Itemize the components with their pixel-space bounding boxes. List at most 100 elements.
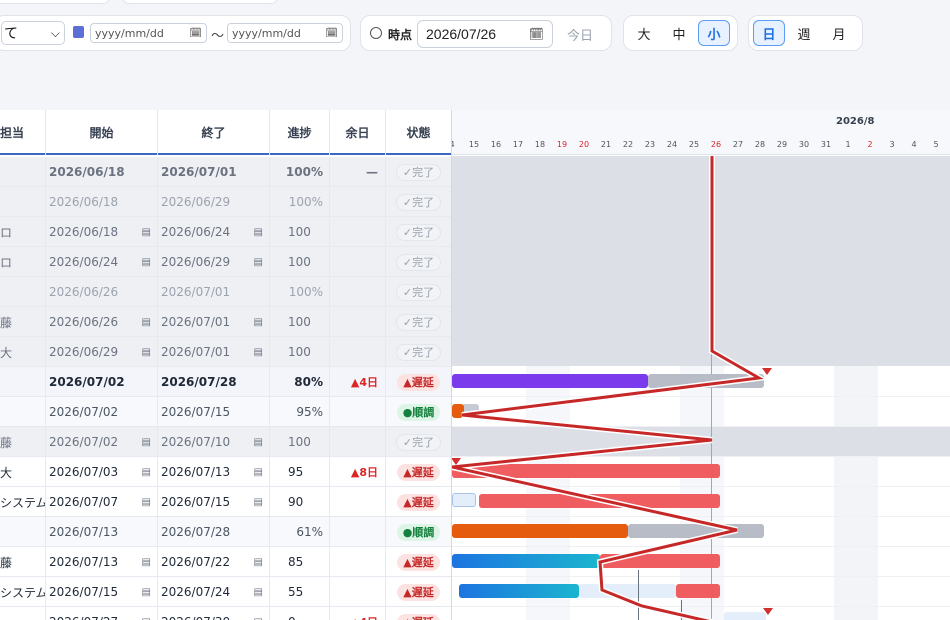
calendar-icon[interactable]: ▤: [142, 437, 151, 448]
end-cell[interactable]: 2026/07/28: [158, 367, 270, 397]
calendar-icon[interactable]: ▤: [254, 437, 263, 448]
end-cell[interactable]: 2026/07/13 ▤: [158, 457, 270, 487]
start-cell[interactable]: 2026/06/18: [46, 187, 158, 217]
start-cell[interactable]: 2026/06/26 ▤: [46, 307, 158, 337]
table-row[interactable]: ロ 2026/06/24 ▤ 2026/06/29 ▤ 100 ✓完了: [0, 247, 451, 277]
date-to-input[interactable]: yyyy/mm/dd 🗓: [227, 23, 343, 43]
start-cell[interactable]: 2026/07/27 ▤: [46, 607, 158, 620]
calendar-picker-icon[interactable]: 🗓: [529, 27, 544, 41]
end-cell[interactable]: 2026/07/28: [158, 517, 270, 547]
progress-cell[interactable]: 100: [270, 307, 330, 337]
table-row[interactable]: 2026/07/27 ▤ 2026/07/30 ▤ 0 ▲4日 ▲遅延: [0, 607, 451, 620]
calendar-picker-icon[interactable]: 🗓: [325, 28, 338, 39]
start-cell[interactable]: 2026/07/13 ▤: [46, 547, 158, 577]
table-row[interactable]: 2026/06/18 2026/07/01 100% — ✓完了: [0, 157, 451, 187]
start-cell[interactable]: 2026/07/13: [46, 517, 158, 547]
calendar-icon[interactable]: ▤: [254, 617, 263, 620]
point-date-input[interactable]: 2026/07/26 🗓: [417, 20, 553, 48]
progress-cell[interactable]: 95: [270, 457, 330, 487]
unit-day-button[interactable]: 日: [753, 20, 785, 46]
calendar-icon[interactable]: ▤: [142, 617, 151, 620]
table-row[interactable]: 藤 2026/07/13 ▤ 2026/07/22 ▤ 85 ▲遅延: [0, 547, 451, 577]
calendar-icon[interactable]: ▤: [142, 257, 151, 268]
progress-cell[interactable]: 80%: [270, 367, 330, 397]
end-cell[interactable]: 2026/07/01 ▤: [158, 337, 270, 367]
start-cell[interactable]: 2026/06/29 ▤: [46, 337, 158, 367]
table-row[interactable]: 大 2026/06/29 ▤ 2026/07/01 ▤ 100 ✓完了: [0, 337, 451, 367]
start-cell[interactable]: 2026/07/02: [46, 367, 158, 397]
calendar-icon[interactable]: ▤: [254, 227, 263, 238]
start-cell[interactable]: 2026/06/24 ▤: [46, 247, 158, 277]
end-cell[interactable]: 2026/06/29: [158, 187, 270, 217]
unit-month-button[interactable]: 月: [823, 20, 855, 46]
calendar-icon[interactable]: ▤: [254, 317, 263, 328]
calendar-icon[interactable]: ▤: [142, 587, 151, 598]
progress-cell[interactable]: 95%: [270, 397, 330, 427]
progress-cell[interactable]: 100: [270, 337, 330, 367]
table-row[interactable]: 2026/07/13 2026/07/28 61% ●順調: [0, 517, 451, 547]
col-status[interactable]: 状態: [386, 110, 451, 155]
table-row[interactable]: 2026/06/26 2026/07/01 100% ✓完了: [0, 277, 451, 307]
filter-select[interactable]: て ⌵: [1, 21, 65, 45]
start-cell[interactable]: 2026/06/18 ▤: [46, 217, 158, 247]
calendar-icon[interactable]: ▤: [142, 467, 151, 478]
calendar-picker-icon[interactable]: 🗓: [189, 28, 202, 39]
col-slack[interactable]: 余日: [330, 110, 386, 155]
table-row[interactable]: ロ 2026/06/18 ▤ 2026/06/24 ▤ 100 ✓完了: [0, 217, 451, 247]
zoom-medium-button[interactable]: 中: [663, 20, 695, 46]
zoom-small-button[interactable]: 小: [698, 20, 730, 46]
calendar-icon[interactable]: ▤: [254, 347, 263, 358]
table-row[interactable]: システム 2026/07/15 ▤ 2026/07/24 ▤ 55 ▲遅延: [0, 577, 451, 607]
calendar-icon[interactable]: ▤: [142, 227, 151, 238]
progress-cell[interactable]: 100%: [270, 157, 330, 187]
calendar-icon[interactable]: ▤: [142, 347, 151, 358]
start-cell[interactable]: 2026/07/02 ▤: [46, 427, 158, 457]
start-cell[interactable]: 2026/06/26: [46, 277, 158, 307]
start-cell[interactable]: 2026/07/07 ▤: [46, 487, 158, 517]
progress-cell[interactable]: 100: [270, 217, 330, 247]
col-owner[interactable]: 担当: [0, 110, 46, 155]
zoom-large-button[interactable]: 大: [628, 20, 660, 46]
col-progress[interactable]: 進捗: [270, 110, 330, 155]
end-cell[interactable]: 2026/07/01: [158, 277, 270, 307]
end-cell[interactable]: 2026/06/29 ▤: [158, 247, 270, 277]
table-row[interactable]: 藤 2026/07/02 ▤ 2026/07/10 ▤ 100 ✓完了: [0, 427, 451, 457]
table-row[interactable]: 大 2026/07/03 ▤ 2026/07/13 ▤ 95 ▲8日 ▲遅延: [0, 457, 451, 487]
progress-cell[interactable]: 100%: [270, 277, 330, 307]
progress-cell[interactable]: 100: [270, 247, 330, 277]
calendar-icon[interactable]: ▤: [254, 257, 263, 268]
end-cell[interactable]: 2026/07/15 ▤: [158, 487, 270, 517]
progress-cell[interactable]: 100: [270, 427, 330, 457]
end-cell[interactable]: 2026/07/01 ▤: [158, 307, 270, 337]
end-cell[interactable]: 2026/06/24 ▤: [158, 217, 270, 247]
calendar-icon[interactable]: ▤: [254, 467, 263, 478]
end-cell[interactable]: 2026/07/10 ▤: [158, 427, 270, 457]
unit-week-button[interactable]: 週: [788, 20, 820, 46]
progress-cell[interactable]: 85: [270, 547, 330, 577]
date-from-input[interactable]: yyyy/mm/dd 🗓: [90, 23, 207, 43]
start-cell[interactable]: 2026/07/15 ▤: [46, 577, 158, 607]
progress-cell[interactable]: 55: [270, 577, 330, 607]
start-cell[interactable]: 2026/07/02: [46, 397, 158, 427]
progress-cell[interactable]: 0: [270, 607, 330, 620]
table-row[interactable]: 2026/07/02 2026/07/28 80% ▲4日 ▲遅延: [0, 367, 451, 397]
start-cell[interactable]: 2026/06/18: [46, 157, 158, 187]
end-cell[interactable]: 2026/07/30 ▤: [158, 607, 270, 620]
progress-cell[interactable]: 100%: [270, 187, 330, 217]
table-row[interactable]: 2026/07/02 2026/07/15 95% ●順調: [0, 397, 451, 427]
table-row[interactable]: 2026/06/18 2026/06/29 100% ✓完了: [0, 187, 451, 217]
calendar-icon[interactable]: ▤: [254, 587, 263, 598]
calendar-icon[interactable]: ▤: [254, 557, 263, 568]
col-end[interactable]: 終了: [158, 110, 270, 155]
end-cell[interactable]: 2026/07/22 ▤: [158, 547, 270, 577]
start-cell[interactable]: 2026/07/03 ▤: [46, 457, 158, 487]
table-row[interactable]: システム 2026/07/07 ▤ 2026/07/15 ▤ 90 ▲遅延: [0, 487, 451, 517]
end-cell[interactable]: 2026/07/24 ▤: [158, 577, 270, 607]
col-start[interactable]: 開始: [46, 110, 158, 155]
calendar-icon[interactable]: ▤: [142, 557, 151, 568]
table-row[interactable]: 藤 2026/06/26 ▤ 2026/07/01 ▤ 100 ✓完了: [0, 307, 451, 337]
end-cell[interactable]: 2026/07/15: [158, 397, 270, 427]
calendar-icon[interactable]: ▤: [254, 497, 263, 508]
progress-cell[interactable]: 61%: [270, 517, 330, 547]
calendar-icon[interactable]: ▤: [142, 497, 151, 508]
